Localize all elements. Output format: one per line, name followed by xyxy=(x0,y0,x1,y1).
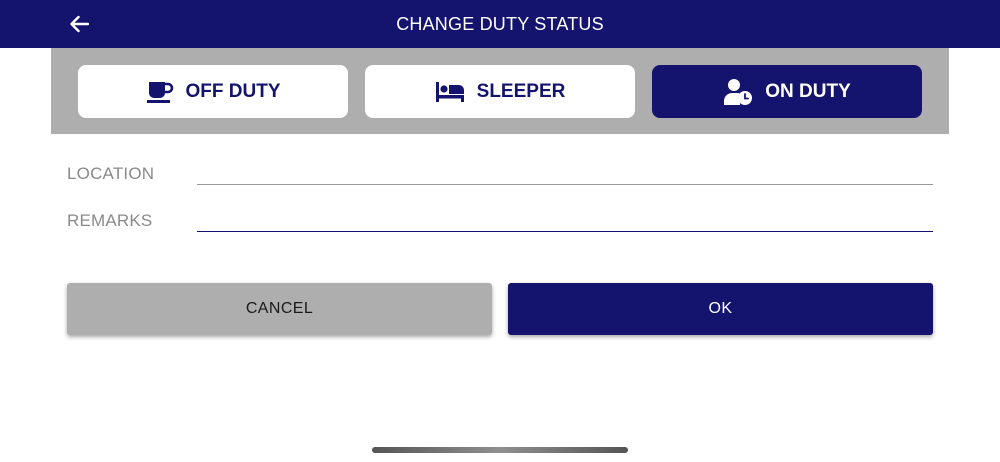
ok-button[interactable]: OK xyxy=(508,283,933,335)
app-header: CHANGE DUTY STATUS xyxy=(0,0,1000,48)
off-duty-label: OFF DUTY xyxy=(185,80,281,102)
on-duty-button[interactable]: ON DUTY xyxy=(652,65,922,118)
remarks-input[interactable] xyxy=(197,202,933,232)
user-clock-icon xyxy=(724,78,753,105)
duty-status-selector: OFF DUTY SLEEPER ON DUTY xyxy=(51,48,949,134)
location-input[interactable] xyxy=(197,155,933,185)
cancel-button[interactable]: CANCEL xyxy=(67,283,492,335)
on-duty-label: ON DUTY xyxy=(765,80,851,102)
bed-icon xyxy=(435,81,464,102)
page-title: CHANGE DUTY STATUS xyxy=(396,13,604,34)
arrow-left-icon xyxy=(70,15,89,33)
off-duty-button[interactable]: OFF DUTY xyxy=(78,65,348,118)
back-button[interactable] xyxy=(62,8,96,40)
coffee-cup-icon xyxy=(146,81,173,103)
sleeper-button[interactable]: SLEEPER xyxy=(365,65,635,118)
sleeper-label: SLEEPER xyxy=(476,80,566,102)
remarks-label: REMARKS xyxy=(67,211,153,230)
location-label: LOCATION xyxy=(67,164,155,183)
home-indicator xyxy=(372,447,628,453)
